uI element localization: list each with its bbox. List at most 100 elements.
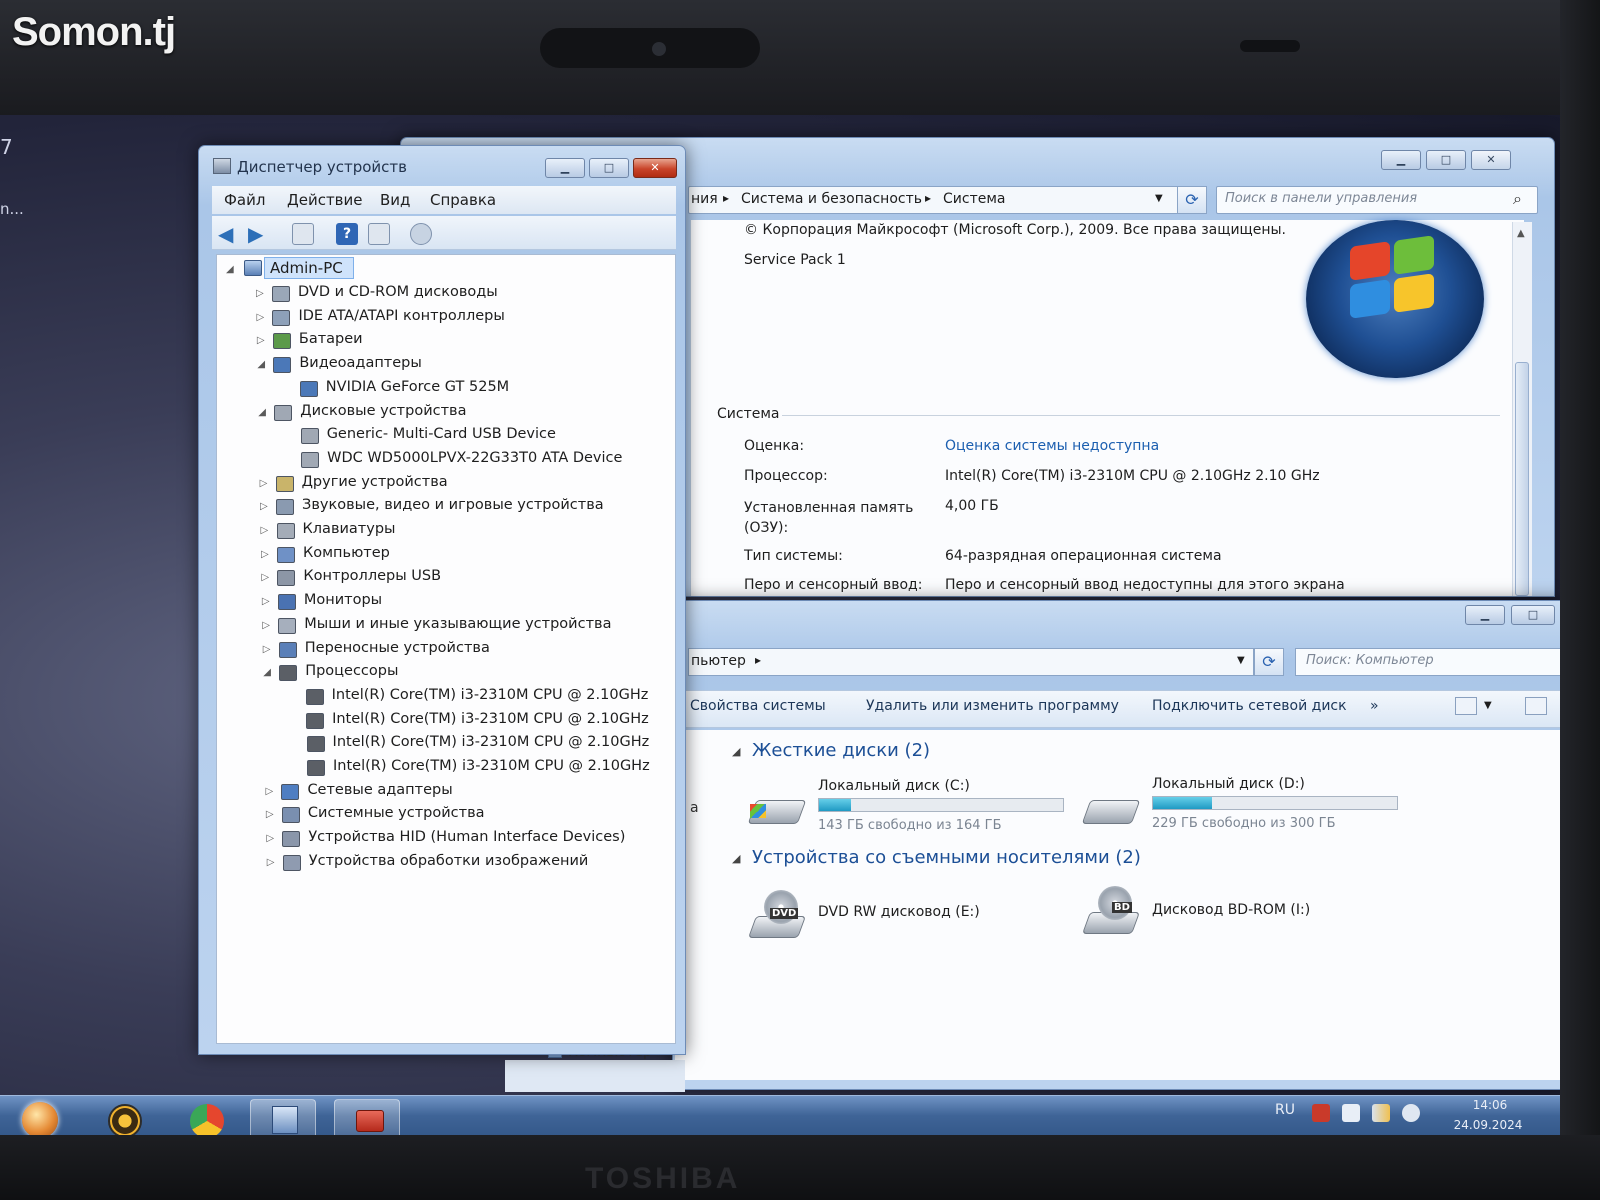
clock-date[interactable]: 24.09.2024 [1448,1118,1528,1132]
system-properties-button[interactable]: Свойства системы [690,698,826,714]
map-network-drive-button[interactable]: Подключить сетевой диск [1152,698,1347,714]
chrome-icon[interactable] [190,1104,224,1138]
expand-icon[interactable]: ▷ [266,833,274,844]
expand-icon[interactable]: ▷ [256,312,264,323]
chevron-down-icon[interactable]: ▼ [1237,655,1245,666]
expand-icon[interactable]: ▷ [262,620,270,631]
refresh-icon[interactable]: ⟳ [1177,186,1207,214]
tree-category-node[interactable]: Клавиатуры [303,521,396,537]
minimize-button[interactable]: ▁ [1465,605,1505,625]
expand-icon[interactable]: ▷ [261,549,269,560]
tree-root-node[interactable]: Admin-PC [270,259,343,277]
tree-device-node[interactable]: NVIDIA GeForce GT 525M [326,379,509,395]
maximize-button[interactable]: □ [1426,150,1466,170]
tree-device-node[interactable]: Generic- Multi-Card USB Device [327,426,556,442]
clock-time[interactable]: 14:06 [1460,1098,1520,1112]
tree-category-node[interactable]: Устройства обработки изображений [309,853,589,869]
group-header-hard-drives[interactable]: Жесткие диски (2) [752,740,930,761]
scrollbar-thumb[interactable] [1515,362,1529,596]
help-icon[interactable]: ? [336,223,358,245]
tree-device-node[interactable]: WDC WD5000LPVX-22G33T0 ATA Device [327,450,622,466]
preview-pane-icon[interactable] [1525,697,1547,715]
search-input[interactable]: Поиск: Компьютер [1295,648,1567,676]
drive-d-name[interactable]: Локальный диск (D:) [1152,776,1305,792]
refresh-icon[interactable]: ⟳ [1254,648,1284,676]
menu-file[interactable]: Файл [224,191,265,209]
rating-link[interactable]: Оценка системы недоступна [945,438,1159,454]
expand-icon[interactable]: ▷ [260,478,268,489]
expand-icon[interactable]: ◢ [226,264,234,275]
close-button[interactable]: ✕ [1471,150,1511,170]
chevron-down-icon[interactable]: ▼ [1155,193,1163,204]
menu-view[interactable]: Вид [380,191,410,209]
tree-category-node[interactable]: Дисковые устройства [300,403,466,419]
address-bar[interactable]: пьютер ▸ ▼ [688,648,1254,676]
group-header-removable[interactable]: Устройства со съемными носителями (2) [752,847,1141,868]
expand-icon[interactable]: ▷ [263,644,271,655]
tree-device-node[interactable]: Intel(R) Core(TM) i3-2310M CPU @ 2.10GHz [333,758,650,774]
menu-action[interactable]: Действие [287,191,363,209]
collapse-triangle-icon[interactable]: ◢ [732,852,740,865]
expand-icon[interactable]: ▷ [265,786,273,797]
tree-category-node[interactable]: Сетевые адаптеры [307,782,452,798]
tree-category-node[interactable]: IDE ATA/ATAPI контроллеры [298,308,504,324]
minimize-button[interactable]: ▁ [1381,150,1421,170]
expand-icon[interactable]: ▷ [267,857,275,868]
scan-hardware-icon[interactable] [410,223,432,245]
tree-category-node[interactable]: Батареи [299,331,363,347]
tree-category-node[interactable]: Системные устройства [308,805,485,821]
minimize-button[interactable]: ▁ [545,158,585,178]
expand-icon[interactable]: ▷ [266,809,274,820]
volume-icon[interactable] [1402,1104,1420,1122]
collapse-icon[interactable]: ◢ [263,667,271,678]
tree-device-node[interactable]: Intel(R) Core(TM) i3-2310M CPU @ 2.10GHz [332,711,649,727]
bd-drive-name[interactable]: Дисковод BD-ROM (I:) [1152,902,1310,918]
forward-arrow-icon[interactable]: ▶ [248,223,270,245]
tree-category-node[interactable]: Видеоадаптеры [299,355,422,371]
toolbox-icon[interactable] [356,1110,384,1132]
drive-c-name[interactable]: Локальный диск (C:) [818,778,970,794]
update-driver-icon[interactable] [368,223,390,245]
collapse-triangle-icon[interactable]: ◢ [732,745,740,758]
uninstall-program-button[interactable]: Удалить или изменить программу [866,698,1119,714]
dvd-drive-name[interactable]: DVD RW дисковод (E:) [818,904,980,920]
tree-category-node[interactable]: Мыши и иные указывающие устройства [304,616,611,632]
breadcrumb-item[interactable]: Система [943,191,1005,207]
properties-icon[interactable] [292,223,314,245]
hard-drive-icon[interactable] [1081,790,1141,834]
expand-icon[interactable]: ▷ [261,572,269,583]
network-icon[interactable] [1372,1104,1390,1122]
start-button[interactable] [22,1102,58,1138]
expand-icon[interactable]: ▷ [257,335,265,346]
collapse-icon[interactable]: ◢ [258,407,266,418]
tree-category-node[interactable]: Звуковые, видео и игровые устройства [302,497,604,513]
search-input[interactable]: Поиск в панели управления ⌕ [1216,186,1538,214]
tree-category-node[interactable]: Другие устройства [302,474,448,490]
back-arrow-icon[interactable]: ◀ [218,223,240,245]
device-manager-icon[interactable] [272,1106,298,1134]
tree-category-node[interactable]: Мониторы [304,592,382,608]
app-icon[interactable] [108,1104,142,1138]
menu-help[interactable]: Справка [430,191,496,209]
expand-icon[interactable]: ▷ [256,288,264,299]
expand-icon[interactable]: ▷ [260,501,268,512]
bd-drive-icon[interactable]: BD [1081,886,1141,942]
breadcrumb-item[interactable]: пьютер [691,653,746,669]
tree-device-node[interactable]: Intel(R) Core(TM) i3-2310M CPU @ 2.10GHz [333,734,650,750]
safely-remove-icon[interactable] [1342,1104,1360,1122]
maximize-button[interactable]: □ [589,158,629,178]
chevron-down-icon[interactable]: ▼ [1484,700,1492,711]
tree-category-node[interactable]: Контроллеры USB [303,568,441,584]
tree-category-node[interactable]: Устройства HID (Human Interface Devices) [308,829,625,845]
more-commands-button[interactable]: » [1370,698,1379,714]
language-indicator[interactable]: RU [1275,1102,1295,1118]
view-options-icon[interactable] [1455,697,1477,715]
tree-category-node[interactable]: DVD и CD-ROM дисководы [298,284,498,300]
close-button[interactable]: ✕ [633,158,677,178]
tree-device-node[interactable]: Intel(R) Core(TM) i3-2310M CPU @ 2.10GHz [332,687,649,703]
scroll-up-icon[interactable]: ▲ [1517,228,1525,239]
dvd-drive-icon[interactable]: DVD [747,890,807,946]
tree-category-node[interactable]: Компьютер [303,545,390,561]
breadcrumb-item[interactable]: Система и безопасность [741,191,922,207]
expand-icon[interactable]: ▷ [261,525,269,536]
